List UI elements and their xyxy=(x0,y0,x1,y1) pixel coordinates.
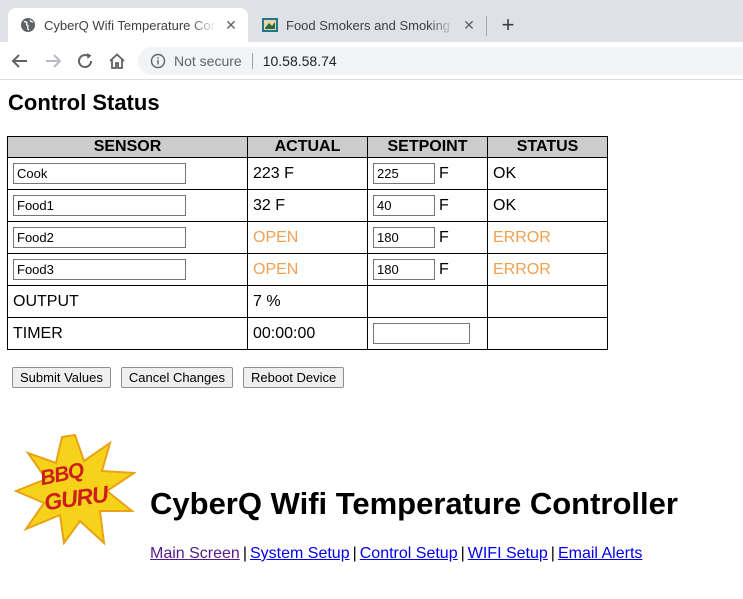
form-buttons: Submit Values Cancel Changes Reboot Devi… xyxy=(12,367,345,388)
table-header-row: SENSOR ACTUAL SETPOINT STATUS xyxy=(7,136,608,158)
unit-label: F xyxy=(439,260,449,278)
actual-value: OPEN xyxy=(247,253,368,286)
bbq-guru-logo: BBQ GURU xyxy=(13,433,138,546)
security-label[interactable]: Not secure xyxy=(174,53,242,69)
reboot-device-button[interactable]: Reboot Device xyxy=(242,367,345,388)
link-separator: | xyxy=(352,545,357,562)
table-row: OPEN F ERROR xyxy=(7,221,608,254)
info-icon[interactable] xyxy=(150,53,166,69)
forward-icon[interactable] xyxy=(41,49,65,73)
table-row: 32 F F OK xyxy=(7,189,608,222)
header-actual: ACTUAL xyxy=(247,136,368,158)
url-text[interactable]: 10.58.58.74 xyxy=(263,53,337,69)
timer-setpoint-cell xyxy=(367,317,488,350)
reload-icon[interactable] xyxy=(73,49,97,73)
address-bar[interactable]: Not secure 10.58.58.74 xyxy=(138,47,743,75)
timer-input[interactable] xyxy=(373,323,470,344)
status-value: ERROR xyxy=(487,253,608,286)
footer-nav: Main Screen | System Setup | Control Setup | W… xyxy=(150,545,642,563)
site-favicon-icon xyxy=(262,17,278,33)
link-separator: | xyxy=(460,545,465,562)
table-row: OPEN F ERROR xyxy=(7,253,608,286)
globe-icon xyxy=(20,17,36,33)
output-row: OUTPUT 7 % xyxy=(7,285,608,318)
link-email-alerts[interactable]: Email Alerts xyxy=(558,545,642,562)
sensor-name-input[interactable] xyxy=(13,195,186,216)
header-setpoint: SETPOINT xyxy=(367,136,488,158)
output-label: OUTPUT xyxy=(7,285,248,318)
close-tab-icon[interactable]: ✕ xyxy=(222,16,240,34)
timer-value: 00:00:00 xyxy=(247,317,368,350)
control-status-table: SENSOR ACTUAL SETPOINT STATUS 223 F F OK… xyxy=(7,136,608,350)
tab-strip: CyberQ Wifi Temperature Controller ✕ Foo… xyxy=(0,0,743,42)
setpoint-cell: F xyxy=(367,221,488,254)
home-icon[interactable] xyxy=(105,49,129,73)
timer-row: TIMER 00:00:00 xyxy=(7,317,608,350)
status-value: OK xyxy=(487,157,608,190)
link-main-screen[interactable]: Main Screen xyxy=(150,545,240,562)
unit-label: F xyxy=(439,228,449,246)
sensor-cell xyxy=(7,253,248,286)
setpoint-cell: F xyxy=(367,157,488,190)
table-row: 223 F F OK xyxy=(7,157,608,190)
setpoint-input[interactable] xyxy=(373,163,435,184)
back-icon[interactable] xyxy=(8,49,32,73)
submit-values-button[interactable]: Submit Values xyxy=(12,367,111,388)
sensor-cell xyxy=(7,189,248,222)
link-control-setup[interactable]: Control Setup xyxy=(360,545,458,562)
sensor-name-input[interactable] xyxy=(13,259,186,280)
sensor-cell xyxy=(7,157,248,190)
page-content: Control Status SENSOR ACTUAL SETPOINT ST… xyxy=(0,81,743,599)
header-status: STATUS xyxy=(487,136,608,158)
setpoint-cell: F xyxy=(367,189,488,222)
page-title: Control Status xyxy=(8,90,160,115)
tab-separator xyxy=(486,16,487,36)
timer-label: TIMER xyxy=(7,317,248,350)
status-value: ERROR xyxy=(487,221,608,254)
actual-value: 32 F xyxy=(247,189,368,222)
new-tab-button[interactable]: + xyxy=(496,13,520,37)
setpoint-input[interactable] xyxy=(373,195,435,216)
actual-value: OPEN xyxy=(247,221,368,254)
tab-title: CyberQ Wifi Temperature Controller xyxy=(44,17,216,33)
status-value: OK xyxy=(487,189,608,222)
sensor-name-input[interactable] xyxy=(13,227,186,248)
setpoint-cell: F xyxy=(367,253,488,286)
empty-cell xyxy=(367,285,488,318)
link-system-setup[interactable]: System Setup xyxy=(250,545,350,562)
actual-value: 223 F xyxy=(247,157,368,190)
browser-toolbar: Not secure 10.58.58.74 xyxy=(0,42,743,80)
setpoint-input[interactable] xyxy=(373,259,435,280)
cancel-changes-button[interactable]: Cancel Changes xyxy=(120,367,233,388)
close-tab-icon[interactable]: ✕ xyxy=(460,16,478,34)
tab-cyberq[interactable]: CyberQ Wifi Temperature Controller ✕ xyxy=(8,8,248,42)
empty-cell xyxy=(487,285,608,318)
tab-title: Food Smokers and Smoking Tips xyxy=(286,17,454,33)
unit-label: F xyxy=(439,164,449,182)
omnibox-divider xyxy=(251,53,253,69)
header-sensor: SENSOR xyxy=(7,136,248,158)
sensor-name-input[interactable] xyxy=(13,163,186,184)
output-value: 7 % xyxy=(247,285,368,318)
link-wifi-setup[interactable]: WIFI Setup xyxy=(468,545,548,562)
unit-label: F xyxy=(439,196,449,214)
setpoint-input[interactable] xyxy=(373,227,435,248)
sensor-cell xyxy=(7,221,248,254)
link-separator: | xyxy=(550,545,555,562)
app-title: CyberQ Wifi Temperature Controller xyxy=(150,486,678,521)
tab-food-smokers[interactable]: Food Smokers and Smoking Tips ✕ xyxy=(250,8,486,42)
link-separator: | xyxy=(242,545,247,562)
empty-cell xyxy=(487,317,608,350)
